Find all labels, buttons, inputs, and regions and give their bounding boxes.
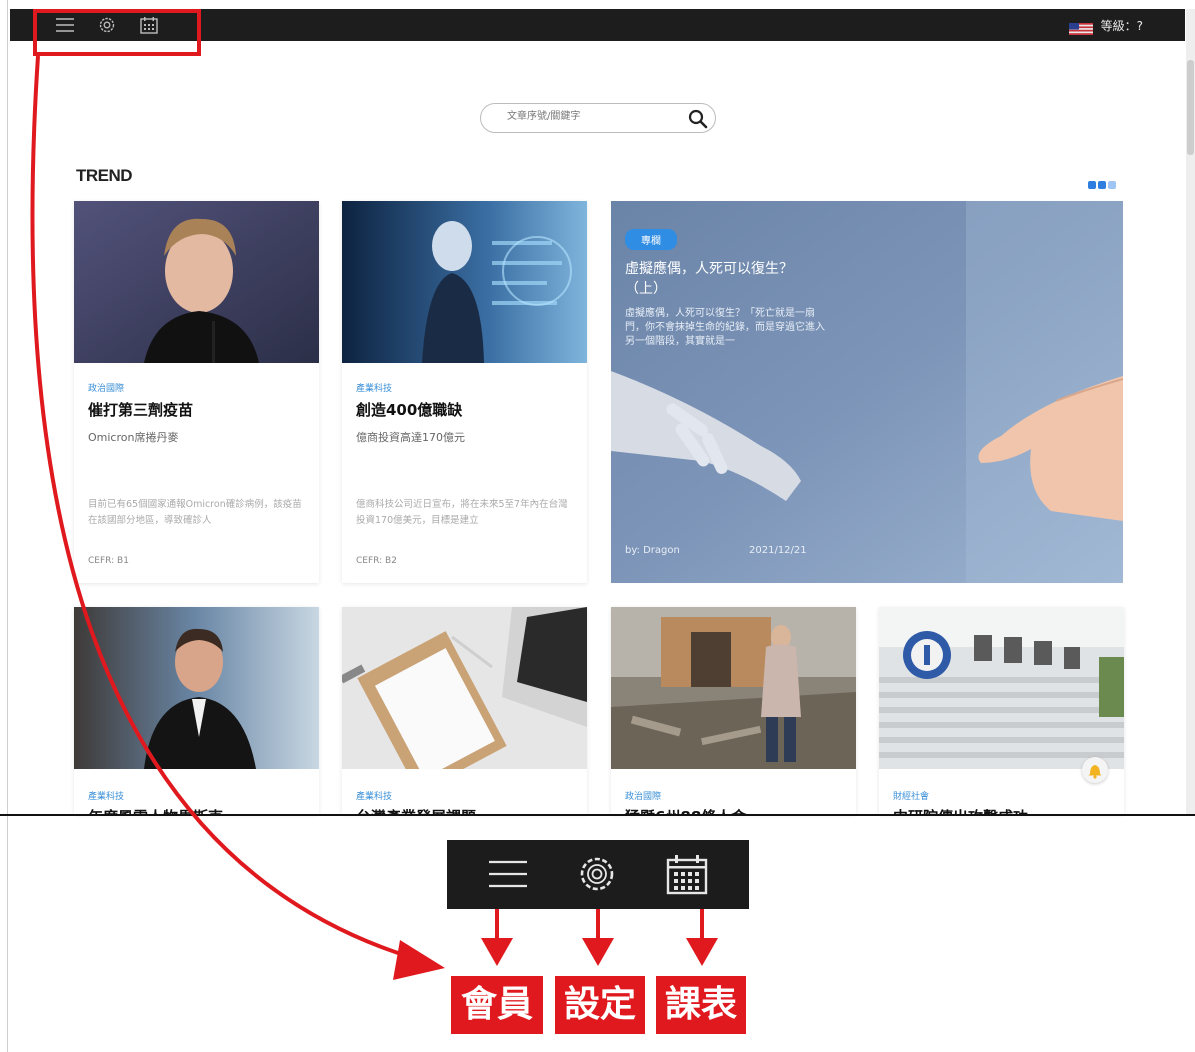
featured-description: 虛擬應偶，人死可以復生？「死亡就是一扇門，你不會抹掉生命的紀錄，而是穿過它進入另…	[625, 308, 825, 347]
article-title[interactable]: 催打第三劑疫苗	[88, 399, 193, 420]
article-card[interactable]: 產業科技 年度風雲人物馬斯克	[74, 607, 319, 814]
notification-bell-icon[interactable]	[1082, 757, 1108, 783]
carousel-dots[interactable]	[1088, 175, 1122, 194]
article-subtitle: Omicron席捲丹麥	[88, 431, 179, 444]
search-box	[480, 103, 716, 133]
featured-tag: 專欄	[625, 229, 677, 250]
article-card[interactable]: 產業科技 創造400億職缺 億商投資高達170億元 億商科技公司近日宣布，將在未…	[342, 201, 587, 583]
article-category: 政治國際	[625, 792, 662, 802]
frame-left	[7, 0, 8, 1052]
featured-article[interactable]: 專欄 虛擬應偶，人死可以復生？（上） 虛擬應偶，人死可以復生？「死亡就是一扇門，…	[611, 201, 1123, 583]
article-category: 產業科技	[88, 792, 125, 802]
article-image	[342, 607, 587, 793]
article-title[interactable]: 創造400億職缺	[356, 399, 462, 420]
cefr-level: CEFR: B2	[356, 556, 397, 566]
section-title: TREND	[76, 166, 133, 185]
article-category: 產業科技	[356, 384, 393, 394]
featured-date: 2021/12/21	[749, 545, 807, 556]
featured-title[interactable]: 虛擬應偶，人死可以復生？（上）	[625, 259, 825, 299]
article-card[interactable]: 產業科技 台灣產業發展課題	[342, 607, 587, 814]
article-image	[74, 607, 319, 769]
article-title[interactable]: 中研院傳出攻擊成功	[893, 806, 1028, 814]
label-settings: 設定	[555, 976, 645, 1034]
level-indicator: 等級：?	[1100, 19, 1143, 33]
scrollbar-thumb[interactable]	[1187, 60, 1194, 155]
featured-author: by: Dragon	[625, 545, 680, 556]
article-subtitle: 億商投資高達170億元	[356, 431, 465, 444]
calendar-icon	[665, 854, 709, 900]
article-category: 產業科技	[356, 792, 393, 802]
zoomed-toolbar	[447, 840, 749, 909]
article-image	[74, 201, 319, 363]
search-icon[interactable]	[687, 108, 709, 134]
menu-icon	[487, 854, 529, 898]
article-title[interactable]: 台灣產業發展課題	[356, 806, 476, 814]
callout-highlight	[33, 9, 201, 56]
search-input[interactable]	[505, 110, 679, 123]
cefr-level: CEFR: B1	[88, 556, 129, 566]
article-category: 政治國際	[88, 384, 125, 394]
article-title[interactable]: 猛颳6州88條人命	[625, 806, 746, 814]
article-image	[611, 607, 856, 769]
gear-icon	[575, 854, 619, 898]
article-image	[879, 607, 1124, 769]
article-description: 目前已有65個國家通報Omicron確診病例，該疫苗在該國部分地區，導致確診人	[88, 499, 302, 526]
us-flag-icon[interactable]	[1069, 20, 1093, 35]
article-description: 億商科技公司近日宣布，將在未來5至7年內在台灣投資170億美元，目標是建立	[356, 499, 568, 526]
article-category: 財經社會	[893, 792, 930, 802]
article-image	[342, 201, 587, 363]
article-card[interactable]: 政治國際 催打第三劑疫苗 Omicron席捲丹麥 目前已有65個國家通報Omic…	[74, 201, 319, 583]
label-schedule: 課表	[656, 976, 746, 1034]
label-member: 會員	[451, 976, 543, 1034]
screenshot-divider	[0, 814, 1195, 816]
article-title[interactable]: 年度風雲人物馬斯克	[88, 806, 223, 814]
article-card[interactable]: 政治國際 猛颳6州88條人命	[611, 607, 856, 814]
